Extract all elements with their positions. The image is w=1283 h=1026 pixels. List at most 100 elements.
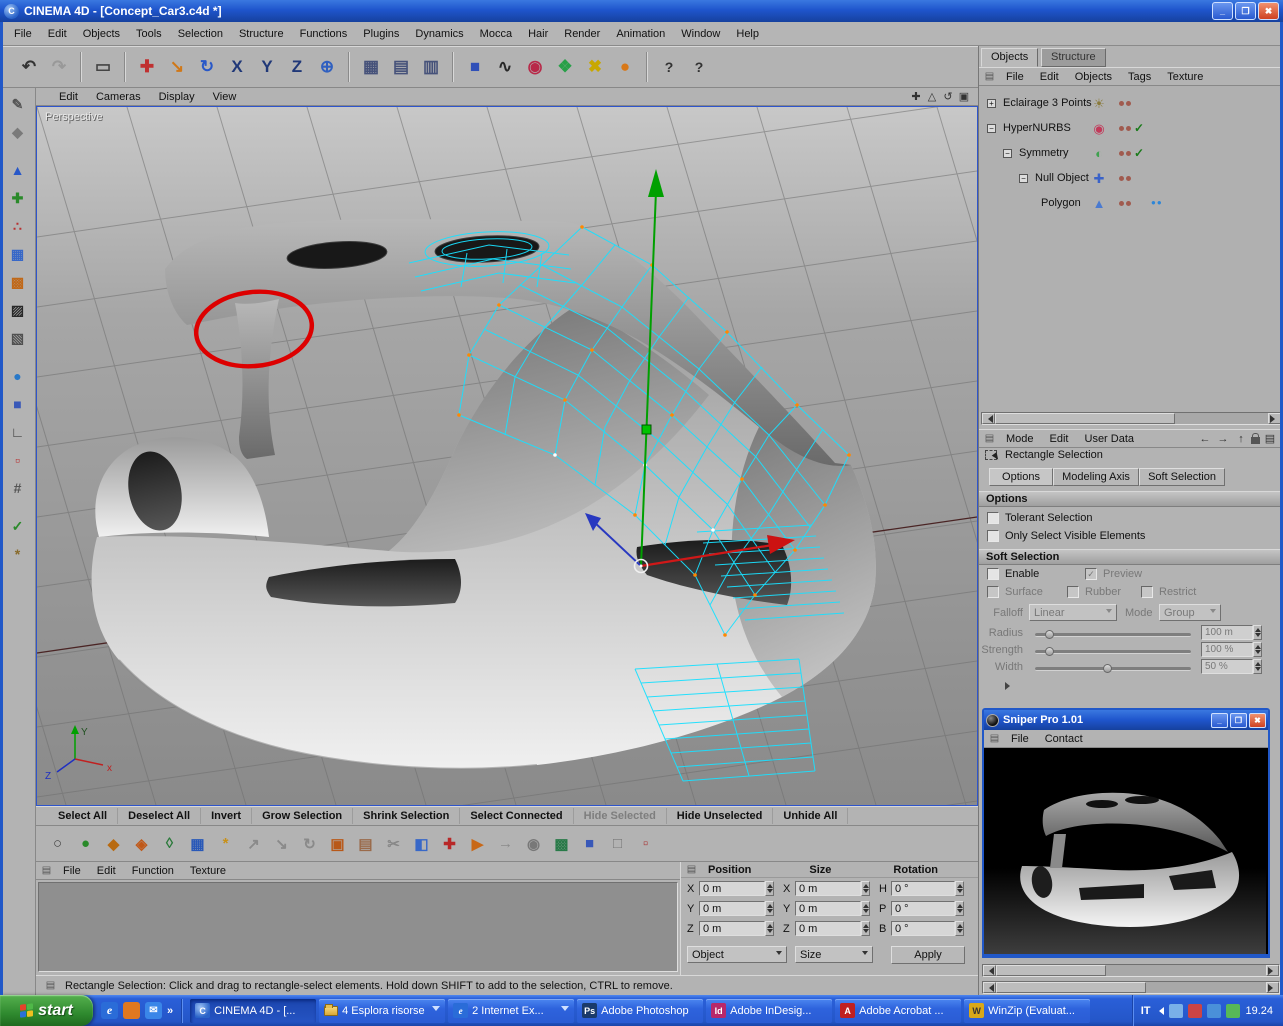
- size-y-field[interactable]: 0 m: [795, 901, 861, 916]
- render-settings-icon[interactable]: ▥: [416, 52, 446, 82]
- quick-launch-overflow-icon[interactable]: »: [167, 1005, 173, 1017]
- rotation-b-field[interactable]: 0 °: [891, 921, 955, 936]
- menu-objects[interactable]: Objects: [75, 25, 128, 43]
- messenger-tray-icon[interactable]: [1226, 1004, 1240, 1018]
- menu-file[interactable]: File: [6, 25, 40, 43]
- rotate-tool-icon[interactable]: ↻: [192, 52, 222, 82]
- points-mode-icon[interactable]: ∴: [5, 214, 31, 238]
- enabled-check-icon[interactable]: ✓: [1134, 146, 1144, 160]
- primitive-cube-icon[interactable]: ■: [460, 52, 490, 82]
- size-mode-select[interactable]: Size: [795, 946, 873, 963]
- tree-item-label[interactable]: Eclairage 3 Points: [1003, 97, 1092, 109]
- texture-mode-icon[interactable]: ▨: [5, 298, 31, 322]
- coordinate-system-icon[interactable]: ⊕: [312, 52, 342, 82]
- menu-dynamics[interactable]: Dynamics: [407, 25, 471, 43]
- invert-button[interactable]: Invert: [201, 808, 252, 824]
- scroll-left-icon[interactable]: [982, 413, 995, 424]
- menu-mocca[interactable]: Mocca: [472, 25, 520, 43]
- position-y-field[interactable]: 0 m: [699, 901, 765, 916]
- viewport-label[interactable]: Perspective: [45, 111, 102, 123]
- material-menu-file[interactable]: File: [55, 864, 89, 878]
- tab-modeling-axis[interactable]: Modeling Axis: [1053, 468, 1139, 486]
- tree-item-label[interactable]: Symmetry: [1019, 147, 1069, 159]
- menu-functions[interactable]: Functions: [292, 25, 356, 43]
- lock-y-axis-icon[interactable]: Y: [252, 52, 282, 82]
- hide-unselected-button[interactable]: Hide Unselected: [667, 808, 774, 824]
- bridge-icon[interactable]: ▦: [184, 831, 211, 857]
- texture-axis-mode-icon[interactable]: ▧: [5, 326, 31, 350]
- tree-expander-icon[interactable]: −: [987, 124, 996, 133]
- camera-rotate-icon[interactable]: ↺: [940, 89, 956, 104]
- tree-row-eclairage[interactable]: + Eclairage 3 Points ☀: [979, 92, 1283, 116]
- tree-row-symmetry[interactable]: − Symmetry ◐ ✓: [979, 142, 1283, 166]
- sniper-menu-contact[interactable]: Contact: [1037, 732, 1091, 746]
- parent-object-icon[interactable]: ↑: [1233, 432, 1249, 446]
- position-z-stepper[interactable]: [765, 921, 774, 936]
- menu-edit[interactable]: Edit: [40, 25, 75, 43]
- task-indesign[interactable]: Id Adobe InDesig...: [706, 999, 832, 1023]
- tree-expander-icon[interactable]: +: [987, 99, 996, 108]
- tab-structure[interactable]: Structure: [1041, 48, 1106, 67]
- viewport-menu-view[interactable]: View: [204, 90, 246, 104]
- stitch-sew-icon[interactable]: *: [212, 831, 239, 857]
- viewport-menu-edit[interactable]: Edit: [50, 90, 87, 104]
- hypernurbs-icon[interactable]: ◉: [520, 52, 550, 82]
- symmetry-object-icon[interactable]: ◐: [1091, 146, 1107, 161]
- antivirus-tray-icon[interactable]: [1188, 1004, 1202, 1018]
- material-menu-edit[interactable]: Edit: [89, 864, 124, 878]
- task-photoshop[interactable]: Ps Adobe Photoshop: [577, 999, 703, 1023]
- viewport-menu-display[interactable]: Display: [150, 90, 204, 104]
- array-object-icon[interactable]: ❖: [550, 52, 580, 82]
- position-x-field[interactable]: 0 m: [699, 881, 765, 896]
- rotation-p-stepper[interactable]: [955, 901, 964, 916]
- extrude-icon[interactable]: ◈: [128, 831, 155, 857]
- null-object-icon[interactable]: ✚: [1091, 171, 1107, 187]
- menu-render[interactable]: Render: [556, 25, 608, 43]
- om-menu-texture[interactable]: Texture: [1159, 70, 1211, 84]
- window-titlebar[interactable]: C CINEMA 4D - [Concept_Car3.c4d *] _ ❐ ✖: [0, 0, 1283, 22]
- edges-mode-icon[interactable]: ▦: [5, 242, 31, 266]
- scrollbar-thumb[interactable]: [996, 965, 1106, 976]
- soft-enable-checkbox[interactable]: [987, 568, 999, 580]
- tray-collapse-icon[interactable]: [1155, 1007, 1164, 1015]
- menu-animation[interactable]: Animation: [608, 25, 673, 43]
- render-view-icon[interactable]: ▦: [356, 52, 386, 82]
- panel-chip-icon[interactable]: ▤: [983, 71, 996, 82]
- context-help-icon[interactable]: ?: [684, 52, 714, 82]
- am-menu-user-data[interactable]: User Data: [1077, 432, 1143, 446]
- move-sequence-icon[interactable]: →: [492, 831, 519, 857]
- optimize-icon[interactable]: ▫: [632, 831, 659, 857]
- unhide-all-button[interactable]: Unhide All: [773, 808, 848, 824]
- menu-hair[interactable]: Hair: [520, 25, 556, 43]
- tree-item-label[interactable]: Polygon: [1041, 197, 1081, 209]
- tab-soft-selection[interactable]: Soft Selection: [1139, 468, 1225, 486]
- scroll-left-icon[interactable]: [983, 965, 996, 976]
- matrix-extrude-icon[interactable]: ▤: [352, 831, 379, 857]
- om-menu-tags[interactable]: Tags: [1120, 70, 1159, 84]
- axis-mode-icon[interactable]: ✚: [5, 186, 31, 210]
- rotation-p-field[interactable]: 0 °: [891, 901, 955, 916]
- scroll-right-icon[interactable]: [1266, 965, 1279, 976]
- menu-window[interactable]: Window: [673, 25, 728, 43]
- mail-tray-icon[interactable]: [1207, 1004, 1221, 1018]
- polygons-mode-icon[interactable]: ▩: [5, 270, 31, 294]
- untriangulate-icon[interactable]: □: [604, 831, 631, 857]
- sphere-tool-icon[interactable]: ●: [72, 831, 99, 857]
- panel-chip-icon[interactable]: ▤: [685, 864, 698, 875]
- polygon-object-icon[interactable]: ▲: [1091, 196, 1107, 211]
- disc-icon[interactable]: ◉: [520, 831, 547, 857]
- panel-chip-icon[interactable]: ▤: [983, 433, 996, 444]
- display-settings-tray-icon[interactable]: [1169, 1004, 1183, 1018]
- scrollbar-thumb[interactable]: [995, 413, 1175, 424]
- sniper-titlebar[interactable]: Sniper Pro 1.01 _ ❐ ✖: [984, 710, 1268, 730]
- mail-icon[interactable]: ✉: [145, 1002, 162, 1019]
- coordinate-mode-select[interactable]: Object: [687, 946, 787, 963]
- view-toggle-icon[interactable]: ▣: [956, 89, 972, 104]
- only-visible-checkbox[interactable]: [987, 530, 999, 542]
- move-tool-icon[interactable]: ✚: [132, 52, 162, 82]
- tab-options[interactable]: Options: [989, 468, 1053, 486]
- sniper-menu-file[interactable]: File: [1003, 732, 1037, 746]
- object-tree-scrollbar[interactable]: [981, 412, 1282, 425]
- object-axis-icon[interactable]: ■: [5, 392, 31, 416]
- sniper-maximize-button[interactable]: ❐: [1230, 713, 1247, 728]
